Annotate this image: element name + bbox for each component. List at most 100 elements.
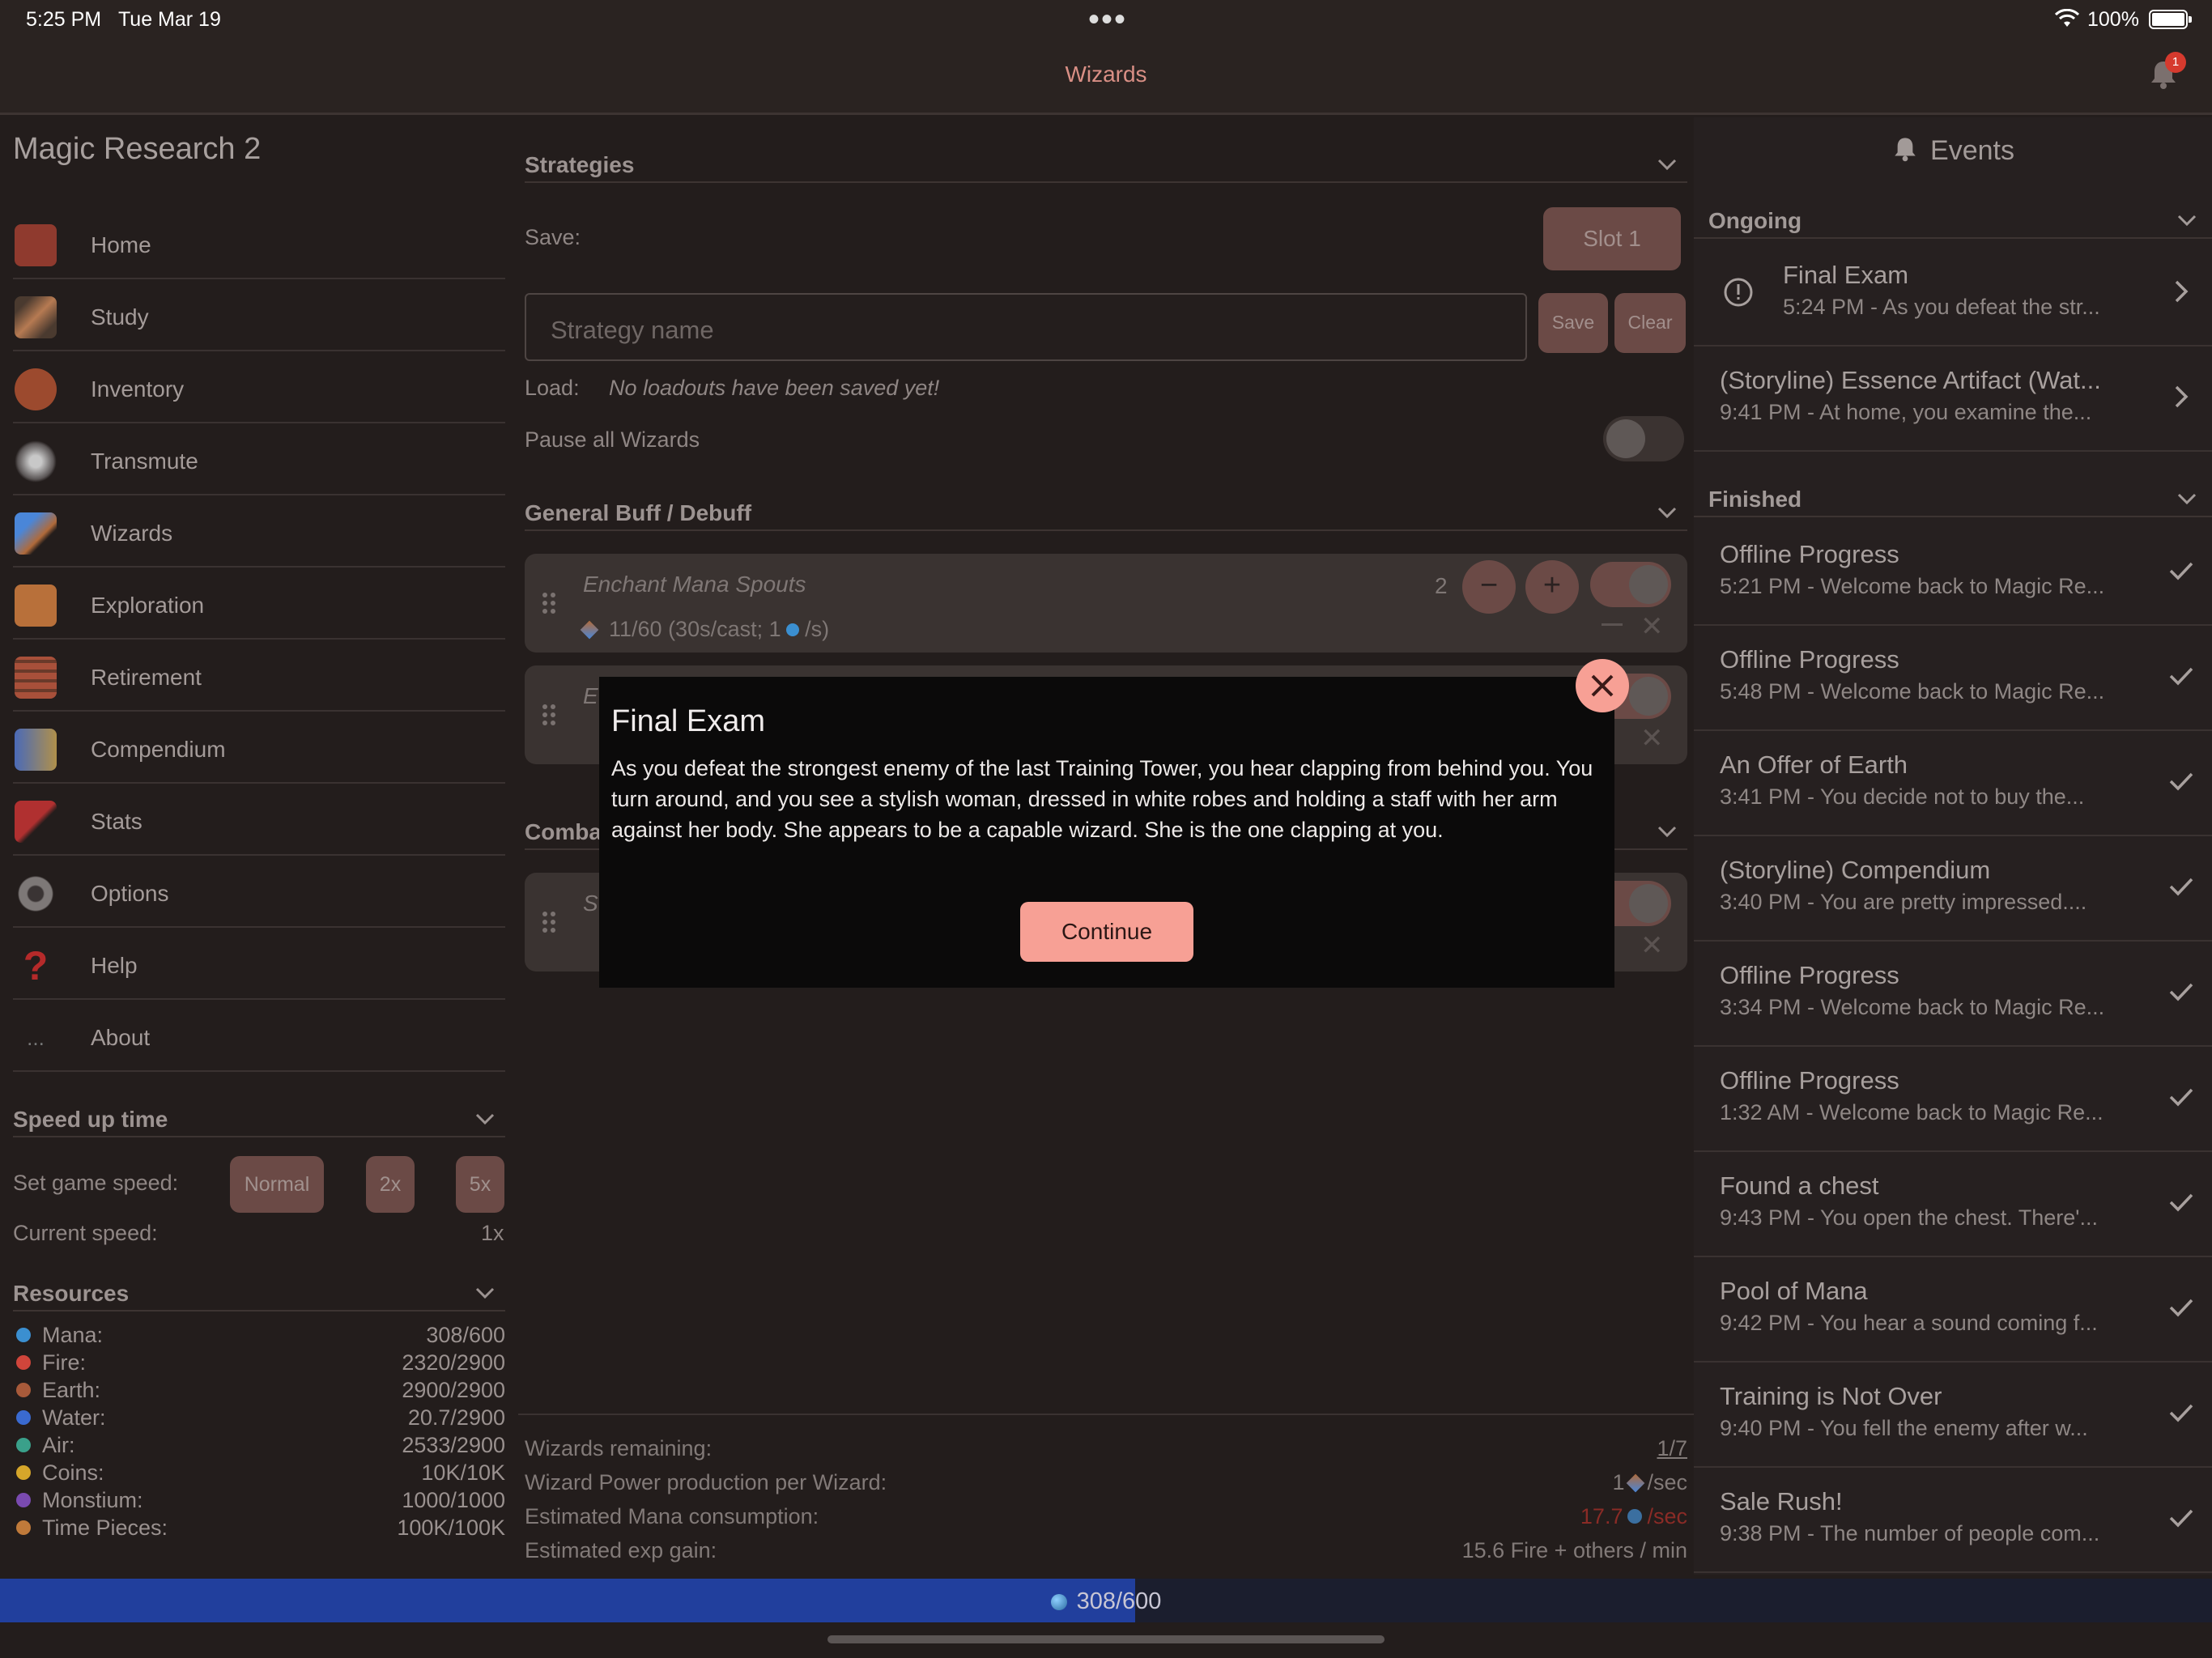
speed-section-header[interactable]: Speed up time	[13, 1097, 505, 1137]
earth-icon	[16, 1383, 31, 1397]
sidebar-item-label: Retirement	[91, 665, 202, 690]
sidebar-item-about[interactable]: ... About	[13, 1001, 505, 1072]
resource-row-air: Air: 2533/2900	[13, 1431, 505, 1459]
bricks-icon	[15, 657, 57, 699]
spell-card-enchant-mana-spouts[interactable]: Enchant Mana Spouts 11/60 (30s/cast; 1 /…	[525, 554, 1687, 653]
drag-handle-icon[interactable]	[541, 910, 557, 934]
mana-progress-label: 308/600	[0, 1588, 2212, 1615]
close-icon	[1591, 674, 1614, 697]
speed-normal-button[interactable]: Normal	[230, 1156, 324, 1213]
fire-icon	[16, 1355, 31, 1370]
bell-icon	[1895, 138, 1916, 162]
close-icon[interactable]: ✕	[1640, 722, 1664, 755]
multitask-dots-icon[interactable]: •••	[1088, 2, 1127, 38]
increment-button[interactable]: +	[1525, 560, 1579, 614]
mana-icon	[1627, 1509, 1643, 1524]
gear-icon	[15, 873, 57, 915]
coins-icon	[16, 1465, 31, 1480]
spell-title: Enchant Mana Spouts	[583, 572, 806, 597]
sidebar-item-stats[interactable]: Stats	[13, 784, 505, 856]
chevron-down-icon	[1657, 502, 1678, 523]
chevron-down-icon	[2176, 210, 2197, 231]
sidebar-item-home[interactable]: Home	[13, 208, 505, 279]
dialog-title: Final Exam	[611, 704, 766, 738]
strategies-section-header[interactable]: Strategies	[525, 142, 1687, 183]
spell-detail: 11/60 (30s/cast; 1 /s)	[580, 617, 829, 642]
speed-2x-button[interactable]: 2x	[366, 1156, 415, 1213]
wizard-power-icon	[580, 620, 599, 640]
sidebar-item-label: Home	[91, 232, 151, 257]
decrement-button[interactable]: −	[1462, 560, 1516, 614]
sidebar-item-label: Inventory	[91, 376, 185, 402]
pause-wizards-label: Pause all Wizards	[525, 427, 700, 452]
resource-row-fire: Fire: 2320/2900	[13, 1349, 505, 1376]
sidebar-item-label: Transmute	[91, 449, 198, 474]
load-empty-message: No loadouts have been saved yet!	[609, 376, 940, 400]
sidebar-item-wizards[interactable]: Wizards	[13, 496, 505, 568]
sidebar-item-options[interactable]: Options	[13, 857, 505, 928]
notification-badge: 1	[2165, 52, 2186, 73]
sparkle-icon	[15, 440, 57, 483]
mana-consumption-row: Estimated Mana consumption: 17.7/sec	[525, 1504, 1687, 1528]
event-dialog: Final Exam As you defeat the strongest e…	[599, 677, 1614, 988]
quill-icon	[15, 296, 57, 338]
wizards-remaining-row: Wizards remaining: 1/7	[525, 1436, 1687, 1460]
wizard-power-row: Wizard Power production per Wizard: 1/se…	[525, 1470, 1687, 1494]
sidebar-item-label: Study	[91, 304, 149, 329]
save-label: Save:	[525, 225, 581, 249]
drag-handle-icon[interactable]	[541, 703, 557, 727]
battery-percent: 100%	[2087, 8, 2139, 31]
resource-row-monstium: Monstium: 1000/1000	[13, 1486, 505, 1514]
spell-toggle[interactable]	[1590, 562, 1671, 607]
current-speed-label: Current speed:	[13, 1221, 158, 1245]
app-title: Magic Research 2	[13, 132, 262, 166]
drag-handle-icon[interactable]	[541, 591, 557, 615]
strategy-name-input[interactable]: Strategy name	[525, 293, 1527, 361]
pause-wizards-toggle[interactable]	[1603, 416, 1684, 461]
current-speed-value: 1x	[481, 1221, 504, 1245]
sidebar-item-help[interactable]: ? Help	[13, 929, 505, 1000]
map-icon	[15, 585, 57, 627]
save-strategy-button[interactable]: Save	[1538, 293, 1608, 353]
spell-title: S	[583, 891, 598, 916]
continue-button[interactable]: Continue	[1020, 902, 1193, 962]
book-icon	[15, 729, 57, 771]
home-indicator[interactable]	[827, 1635, 1385, 1643]
clear-strategy-button[interactable]: Clear	[1614, 293, 1686, 353]
minimize-icon[interactable]	[1602, 623, 1623, 626]
sidebar-item-label: Stats	[91, 809, 143, 834]
chevron-down-icon	[1657, 821, 1678, 842]
ongoing-section-header[interactable]: Ongoing	[1694, 198, 2212, 239]
mana-icon	[16, 1328, 31, 1342]
question-icon: ?	[23, 943, 49, 988]
speed-5x-button[interactable]: 5x	[456, 1156, 504, 1213]
time-pieces-icon	[16, 1520, 31, 1535]
sidebar-item-compendium[interactable]: Compendium	[13, 712, 505, 784]
pot-icon	[15, 368, 57, 410]
page-title: Wizards	[1065, 62, 1147, 87]
footer-divider	[518, 1414, 1694, 1415]
resource-row-water: Water: 20.7/2900	[13, 1404, 505, 1431]
sidebar-item-exploration[interactable]: Exploration	[13, 568, 505, 640]
resource-row-mana: Mana: 308/600	[13, 1321, 505, 1349]
sidebar-item-retirement[interactable]: Retirement	[13, 640, 505, 712]
resources-section-header[interactable]: Resources	[13, 1271, 505, 1312]
wand-icon	[15, 512, 57, 555]
close-icon[interactable]: ✕	[1640, 929, 1664, 962]
wifi-icon	[2055, 9, 2079, 27]
status-bar: 5:25 PM Tue Mar 19 ••• 100%	[0, 0, 2212, 37]
close-icon[interactable]: ✕	[1640, 610, 1664, 643]
set-speed-label: Set game speed:	[13, 1171, 179, 1195]
chevron-down-icon	[1657, 154, 1678, 175]
sidebar-item-label: Exploration	[91, 593, 205, 618]
sidebar-item-study[interactable]: Study	[13, 280, 505, 351]
monstium-icon	[16, 1493, 31, 1507]
sidebar-item-inventory[interactable]: Inventory	[13, 352, 505, 423]
flag-icon	[15, 801, 57, 843]
buff-section-header[interactable]: General Buff / Debuff	[525, 491, 1687, 531]
chevron-down-icon	[474, 1108, 496, 1129]
sidebar-item-label: Wizards	[91, 521, 173, 546]
sidebar-item-transmute[interactable]: Transmute	[13, 424, 505, 495]
slot-1-button[interactable]: Slot 1	[1543, 207, 1681, 270]
dialog-close-button[interactable]	[1576, 659, 1629, 712]
